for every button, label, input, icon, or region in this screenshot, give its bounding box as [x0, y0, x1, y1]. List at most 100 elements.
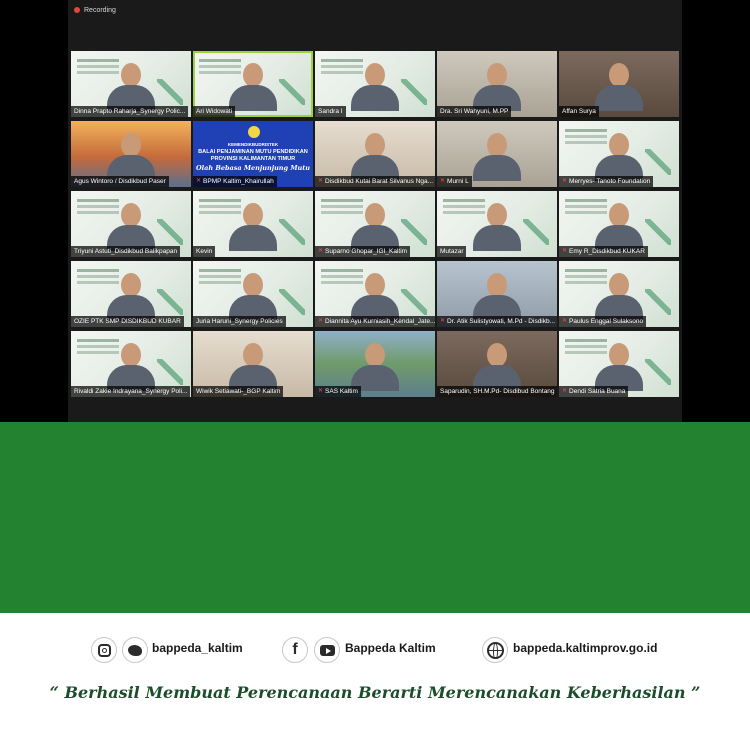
participant-tile[interactable]: Mutazar	[437, 191, 557, 257]
social-handle[interactable]: bappeda_kaltim	[152, 641, 243, 655]
participant-tile[interactable]: Agus Wintoro / Disdikbud Paser	[71, 121, 191, 187]
participant-video-feed	[229, 273, 277, 321]
participant-name: OZIE PTK SMP DISDIKBUD KUBAR	[74, 318, 181, 325]
participant-tile[interactable]: Dra. Sri Wahyuni, M.PP	[437, 51, 557, 117]
participant-video-feed	[473, 133, 521, 181]
participant-name: Mutazar	[440, 248, 464, 255]
participant-name: Ari Widowati	[196, 108, 233, 115]
mic-muted-icon: ✕	[562, 318, 568, 324]
mic-muted-icon: ✕	[440, 178, 446, 184]
participant-tile[interactable]: ✕ Dendi Satria Buana	[559, 331, 679, 397]
participant-nameplate: Dra. Sri Wahyuni, M.PP	[437, 106, 512, 117]
recording-label: Recording	[84, 6, 116, 14]
participant-name: Merryes- Tanoto Foundation	[569, 178, 651, 185]
participant-tile[interactable]: ✕ Disdikbud Kutai Barat Silvanus Nga...	[315, 121, 435, 187]
facebook-icon[interactable]: f	[282, 637, 308, 663]
participant-name: Emy R_Disdikbud KUKAR	[569, 248, 645, 255]
youtube-icon[interactable]	[314, 637, 340, 663]
participant-tile[interactable]: Sandra I	[315, 51, 435, 117]
participant-tile[interactable]: Ari Widowati	[193, 51, 313, 117]
participant-nameplate: Juria Haruni_Synergy Policies	[193, 316, 286, 327]
participant-nameplate: Affan Surya	[559, 106, 599, 117]
participant-video-feed	[351, 343, 399, 391]
participant-nameplate: ✕ Murni L	[437, 176, 472, 187]
participant-tile[interactable]: Triyuni Astuti_Disdikbud Balikpapan	[71, 191, 191, 257]
participant-video-feed	[107, 133, 155, 181]
participant-name: Murni L	[447, 178, 469, 185]
zoom-screenshot-area: Recording Dinna Prapto Raharja_Synergy P…	[0, 0, 750, 422]
participant-nameplate: Agus Wintoro / Disdikbud Paser	[71, 176, 169, 187]
participant-tile[interactable]: ✕ Diannita Ayu Kurniasih_Kendal_Jate...	[315, 261, 435, 327]
participant-tile[interactable]: Rivaldi Zakie Indrayana_Synergy Poli...	[71, 331, 191, 397]
participant-nameplate: ✕ Dendi Satria Buana	[559, 386, 629, 397]
participant-name: Saparudin, SH.M.Pd- Disdibud Bontang	[440, 388, 555, 395]
participant-video-feed	[595, 203, 643, 251]
website-link[interactable]: bappeda.kaltimprov.go.id	[513, 641, 657, 655]
video-call-window: Recording Dinna Prapto Raharja_Synergy P…	[68, 0, 682, 422]
participant-tile[interactable]: ✕ Paulus Enggal Sulaksono	[559, 261, 679, 327]
participant-tile[interactable]: ✕ Emy R_Disdikbud KUKAR	[559, 191, 679, 257]
mic-muted-icon: ✕	[318, 178, 324, 184]
participant-nameplate: Wiwik Setiawati-_BGP Kaltim	[193, 386, 284, 397]
participant-tile[interactable]: Affan Surya	[559, 51, 679, 117]
participant-tile[interactable]: KEMENDIKBUDRISTEK BALAI PENJAMINAN MUTU P…	[193, 121, 313, 187]
participant-video-feed	[595, 273, 643, 321]
banner-text: Olah Bebasa Menjunjung Mutu	[196, 164, 310, 172]
participant-tile[interactable]: OZIE PTK SMP DISDIKBUD KUBAR	[71, 261, 191, 327]
participant-tile[interactable]: Saparudin, SH.M.Pd- Disdibud Bontang	[437, 331, 557, 397]
participant-name: Diannita Ayu Kurniasih_Kendal_Jate...	[325, 318, 435, 325]
mic-muted-icon: ✕	[562, 178, 568, 184]
participant-video-feed	[107, 203, 155, 251]
participant-tile[interactable]: ✕ Suparno Ghopar_IGI_Kaltim	[315, 191, 435, 257]
twitter-icon[interactable]	[122, 637, 148, 663]
participant-tile[interactable]: ✕ Murni L	[437, 121, 557, 187]
participant-name: Paulus Enggal Sulaksono	[569, 318, 644, 325]
participant-name: Dinna Prapto Raharja_Synergy Polic...	[74, 108, 186, 115]
mic-muted-icon: ✕	[318, 318, 324, 324]
participant-tile[interactable]: Dinna Prapto Raharja_Synergy Polic...	[71, 51, 191, 117]
participant-tile[interactable]: ✕ Dr. Atik Sulistyowati, M.Pd - Disdikb..…	[437, 261, 557, 327]
participant-name: BPMP Kaltim_Khairullah	[203, 178, 274, 185]
participant-video-feed	[473, 63, 521, 111]
participant-nameplate: ✕ Merryes- Tanoto Foundation	[559, 176, 654, 187]
participant-nameplate: Saparudin, SH.M.Pd- Disdibud Bontang	[437, 386, 557, 397]
participant-nameplate: Dinna Prapto Raharja_Synergy Polic...	[71, 106, 189, 117]
banner-text: PROVINSI KALIMANTAN TIMUR	[210, 156, 296, 162]
green-band	[0, 422, 750, 613]
mic-muted-icon: ✕	[196, 178, 202, 184]
recording-dot-icon	[74, 7, 80, 13]
mic-muted-icon: ✕	[440, 318, 446, 324]
instagram-icon[interactable]	[91, 637, 117, 663]
banner-text: BALAI PENJAMINAN MUTU PENDIDIKAN	[198, 149, 308, 155]
participant-nameplate: ✕ SAS Kaltim	[315, 386, 361, 397]
participant-name: Wiwik Setiawati-_BGP Kaltim	[196, 388, 281, 395]
participant-video-feed	[107, 343, 155, 391]
participant-tile[interactable]: Wiwik Setiawati-_BGP Kaltim	[193, 331, 313, 397]
mic-muted-icon: ✕	[562, 388, 568, 394]
participant-video-feed	[351, 133, 399, 181]
bpmp-logo-icon	[248, 126, 260, 138]
participant-name: Sandra I	[318, 108, 343, 115]
participant-name: SAS Kaltim	[325, 388, 358, 395]
participant-name: Dr. Atik Sulistyowati, M.Pd - Disdikb...	[447, 318, 556, 325]
participant-tile[interactable]: Juria Haruni_Synergy Policies	[193, 261, 313, 327]
participant-name: Agus Wintoro / Disdikbud Paser	[74, 178, 166, 185]
participant-name: Dendi Satria Buana	[569, 388, 626, 395]
mic-muted-icon: ✕	[562, 248, 568, 254]
participant-nameplate: ✕ Diannita Ayu Kurniasih_Kendal_Jate...	[315, 316, 435, 327]
participant-tile[interactable]: ✕ Merryes- Tanoto Foundation	[559, 121, 679, 187]
globe-icon[interactable]	[482, 637, 508, 663]
participant-video-feed	[473, 343, 521, 391]
participant-tile[interactable]: ✕ SAS Kaltim	[315, 331, 435, 397]
facebook-youtube-name[interactable]: Bappeda Kaltim	[345, 641, 436, 655]
participant-nameplate: Kevin	[193, 246, 216, 257]
recording-indicator: Recording	[74, 4, 116, 16]
participant-tile[interactable]: Kevin	[193, 191, 313, 257]
participant-nameplate: OZIE PTK SMP DISDIKBUD KUBAR	[71, 316, 184, 327]
participant-video-feed	[107, 63, 155, 111]
participant-name: Affan Surya	[562, 108, 596, 115]
participant-video-feed	[229, 63, 277, 111]
participant-video-feed	[351, 203, 399, 251]
participant-video-feed	[473, 273, 521, 321]
mic-muted-icon: ✕	[318, 248, 324, 254]
